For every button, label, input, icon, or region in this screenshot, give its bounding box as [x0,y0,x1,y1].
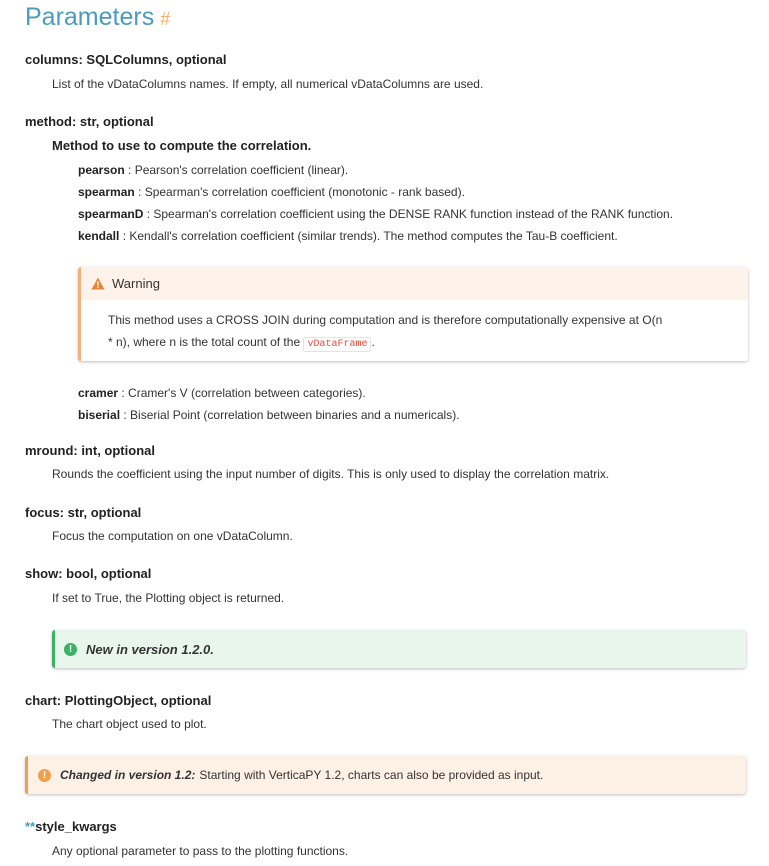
param-chart-desc: The chart object used to plot. [52,717,207,731]
inline-code-vdataframe: vDataFrame [303,337,372,352]
page-title: Parameters # [25,3,170,32]
warning-line-2-end: . [371,335,375,349]
warning-line-1: This method uses a CROSS JOIN during com… [108,313,663,327]
warning-title: Warning [112,276,160,291]
method-desc: : Biserial Point (correlation between bi… [120,408,460,422]
version-added-text: New in version 1.2.0. [86,641,214,657]
param-mround-term: mround: int, optional [25,443,155,458]
param-mround-desc: Rounds the coefficient using the input n… [52,467,610,481]
method-desc: : Pearson's correlation coefficient (lin… [124,163,349,177]
version-changed-note: ! Changed in version 1.2: Starting with … [25,756,746,794]
version-changed-label: Changed in version 1.2: [60,768,196,782]
method-item-cramer: cramer : Cramer's V (correlation between… [78,386,366,400]
method-desc: : Kendall's correlation coefficient (sim… [119,229,618,243]
version-changed-text: Starting with VerticaPY 1.2, charts can … [199,768,544,782]
param-columns-term: columns: SQLColumns, optional [25,52,227,67]
method-name: spearmanD [78,207,144,221]
method-subheading: Method to use to compute the correlation… [52,138,312,153]
exclamation-circle-icon: ! [38,768,51,782]
method-name: spearman [78,185,135,199]
warning-line-2-text: * n), where n is the total count of the [108,335,304,349]
param-show-desc: If set to True, the Plotting object is r… [52,591,285,605]
kwargs-name: style_kwargs [35,819,117,834]
method-item-kendall: kendall : Kendall's correlation coeffici… [78,229,618,243]
method-name: biserial [78,408,121,422]
kwargs-stars: ** [25,819,36,834]
param-show-term: show: bool, optional [25,566,152,581]
param-focus-term: focus: str, optional [25,505,142,520]
version-added-note: ! New in version 1.2.0. [52,630,746,668]
method-name: kendall [78,229,120,243]
method-desc: : Spearman's correlation coefficient (mo… [134,185,465,199]
method-name: cramer [78,386,119,400]
parameters-section: Parameters # columns: SQLColumns, optiona… [0,0,769,866]
method-desc: : Spearman's correlation coefficient usi… [143,207,674,221]
warning-admonition: Warning This method uses a CROSS JOIN du… [78,267,748,361]
param-method-term: method: str, optional [25,114,154,129]
param-style-kwargs-desc: Any optional parameter to pass to the pl… [52,844,349,858]
warning-title-bar: Warning [81,267,748,300]
method-item-pearson: pearson : Pearson's correlation coeffici… [78,163,348,177]
page-title-text: Parameters [25,3,155,31]
param-columns-desc: List of the vDataColumns names. If empty… [52,77,484,91]
exclamation-circle-icon: ! [64,642,77,656]
warning-body: This method uses a CROSS JOIN during com… [81,300,748,356]
method-name: pearson [78,163,125,177]
param-style-kwargs-term: **style_kwargs [25,819,117,834]
method-item-spearman: spearman : Spearman's correlation coeffi… [78,185,465,199]
method-desc: : Cramer's V (correlation between catego… [118,386,366,400]
warning-line-2: * n), where n is the total count of the … [108,331,720,356]
method-item-spearmanD: spearmanD : Spearman's correlation coeff… [78,207,673,221]
heading-anchor-link[interactable]: # [160,9,170,29]
param-focus-desc: Focus the computation on one vDataColumn… [52,529,293,543]
warning-triangle-icon [91,277,105,290]
method-item-biserial: biserial : Biserial Point (correlation b… [78,408,460,422]
param-chart-term: chart: PlottingObject, optional [25,693,212,708]
